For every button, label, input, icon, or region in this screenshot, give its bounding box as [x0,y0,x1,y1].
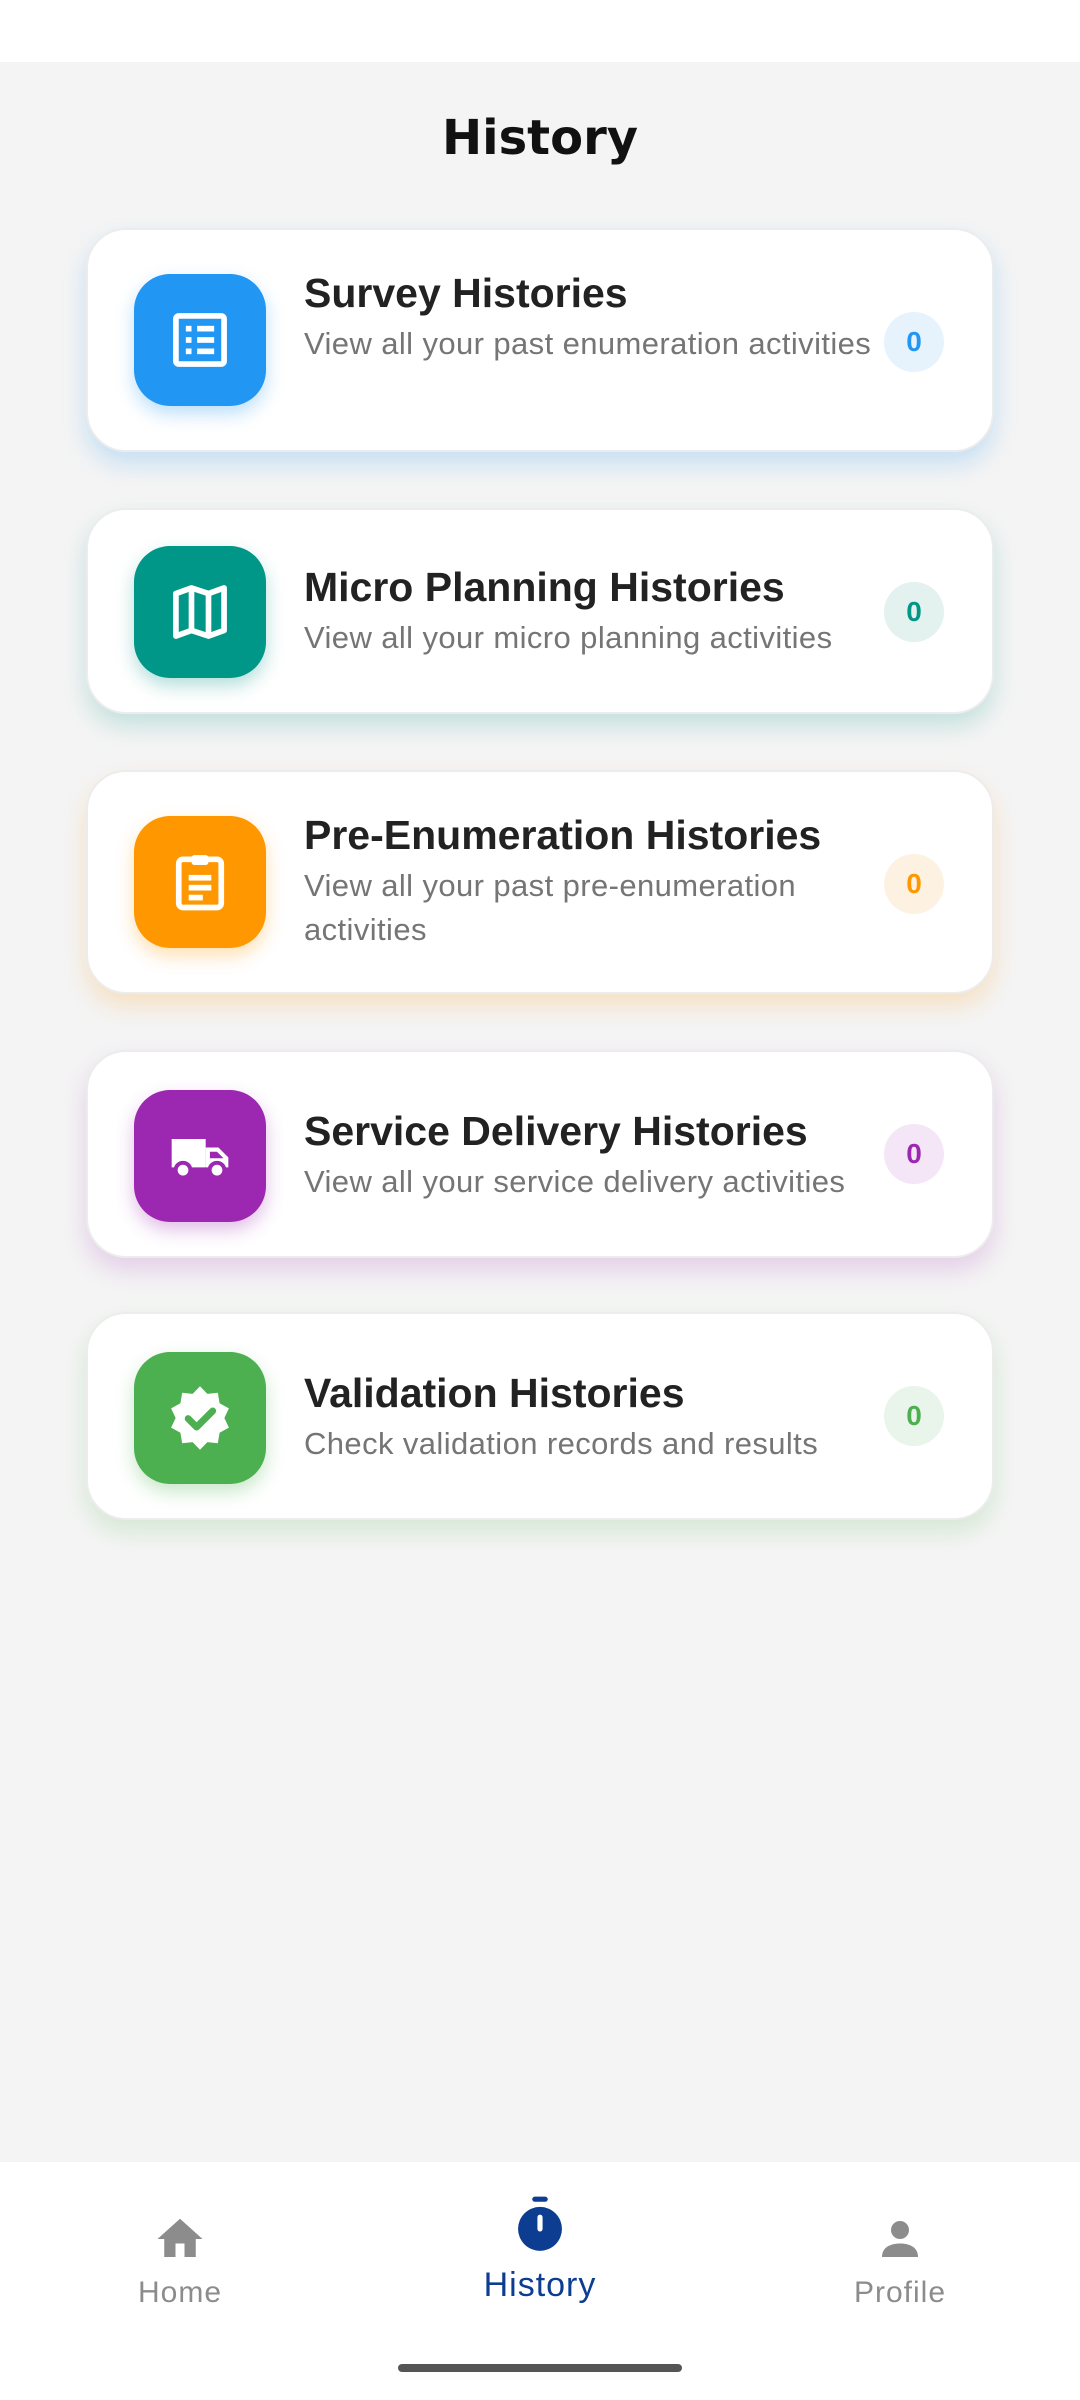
service-delivery-histories-card[interactable]: Service Delivery Histories View all your… [86,1050,994,1258]
card-description: View all your past pre-enumeration activ… [304,868,797,947]
card-description: View all your micro planning activities [304,620,833,655]
count-badge: 0 [884,312,944,372]
count-badge: 0 [884,1124,944,1184]
nav-label: Home [137,2276,223,2309]
person-icon [882,2221,918,2257]
count-badge: 0 [884,854,944,914]
nav-label: Profile [853,2276,947,2309]
count-badge: 0 [884,1386,944,1446]
verified-badge-icon [171,1386,229,1450]
list-icon [173,313,227,367]
pre-enumeration-icon-box [134,816,266,948]
survey-histories-card[interactable]: Survey Histories View all your past enum… [86,228,994,452]
home-icon [157,2218,203,2257]
micro-planning-icon-box [134,546,266,678]
pre-enumeration-histories-card[interactable]: Pre-Enumeration Histories View all your … [86,770,994,994]
service-delivery-icon-box [134,1090,266,1222]
clipboard-icon [175,855,225,911]
nav-item-history[interactable]: History [420,2180,660,2330]
home-indicator[interactable] [398,2364,682,2372]
nav-label: History [483,2266,597,2304]
survey-icon-box [134,274,266,406]
card-title: Micro Planning Histories [304,564,785,610]
page-title: History [441,110,639,166]
card-title: Validation Histories [304,1370,685,1416]
truck-icon [171,1139,229,1180]
card-title: Survey Histories [304,270,628,316]
map-icon [173,585,227,639]
validation-histories-card[interactable]: Validation Histories Check validation re… [86,1312,994,1520]
status-bar [0,0,1080,62]
validation-icon-box [134,1352,266,1484]
card-description: Check validation records and results [304,1426,819,1461]
stopwatch-icon [518,2196,562,2251]
card-description: View all your past enumeration activitie… [304,326,872,361]
nav-item-home[interactable]: Home [60,2198,300,2348]
card-title: Service Delivery Histories [304,1108,808,1154]
micro-planning-histories-card[interactable]: Micro Planning Histories View all your m… [86,508,994,714]
count-badge: 0 [884,582,944,642]
card-description: View all your service delivery activitie… [304,1164,846,1199]
nav-item-profile[interactable]: Profile [780,2198,1020,2348]
card-title: Pre-Enumeration Histories [304,812,822,858]
